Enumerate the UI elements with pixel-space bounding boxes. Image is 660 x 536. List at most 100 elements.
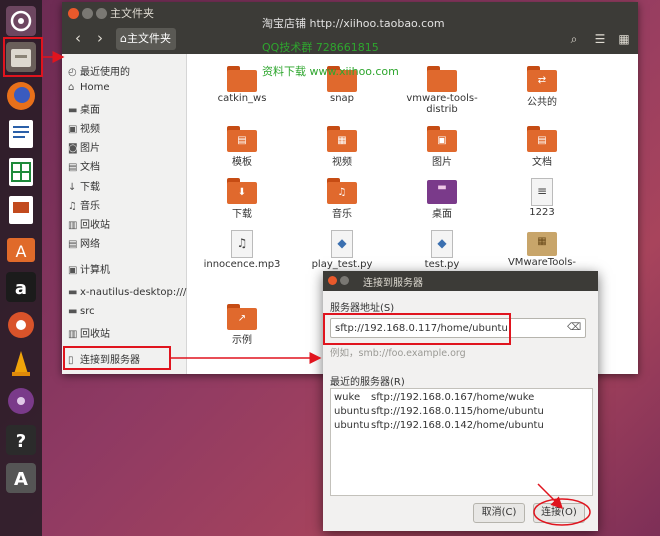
file-item[interactable]: ↗ 示例 [202, 304, 282, 346]
sidebar-item[interactable]: ▤ 网络 [68, 235, 100, 250]
sidebar-item[interactable]: ▤ 文档 [68, 158, 100, 173]
search-icon[interactable]: ⌕ [564, 28, 584, 50]
sidebar-item[interactable]: ▥ 回收站 [68, 325, 110, 340]
sidebar-item[interactable]: ▬ x-nautilus-desktop:/// [68, 287, 186, 298]
folder-icon [427, 66, 457, 92]
amazon-icon[interactable]: a [5, 271, 37, 303]
sidebar-item-label: 视频 [80, 124, 100, 135]
file-label: 视频 [332, 157, 352, 168]
file-item[interactable]: ▦ 视频 [302, 126, 382, 168]
ubuntu-dash-icon[interactable] [5, 5, 37, 37]
maximize-icon[interactable] [96, 8, 107, 19]
file-item[interactable]: vmware-tools-distrib [402, 66, 482, 115]
firefox-icon[interactable] [5, 80, 37, 112]
sidebar-item-label: 桌面 [80, 105, 100, 116]
recent-server-row[interactable]: ubuntusftp://192.168.0.142/home/ubuntu [334, 420, 544, 431]
folder-icon: ▤ [227, 126, 257, 152]
sidebar-item[interactable]: ▣ 计算机 [68, 261, 110, 276]
svg-text:A: A [16, 242, 27, 261]
dialog-title: 连接到服务器 [363, 278, 423, 289]
sidebar-item-label: 音乐 [80, 201, 100, 212]
recent-server-row[interactable]: wuke sftp://192.168.0.167/home/wuke [334, 392, 534, 403]
clear-input-icon[interactable]: ⌫ [567, 322, 581, 334]
view-list-icon[interactable]: ☰ [590, 28, 610, 50]
sidebar-item[interactable]: ▥ 回收站 [68, 216, 110, 231]
server-address-input[interactable] [330, 318, 586, 338]
file-label: 桌面 [432, 209, 452, 220]
file-item[interactable]: ♫ innocence.mp3 [202, 230, 282, 270]
file-item[interactable]: ◆ test.py [402, 230, 482, 270]
folder-icon: ⬇ [227, 178, 257, 204]
svg-text:?: ? [16, 431, 26, 452]
recent-server-url: sftp://192.168.0.142/home/ubuntu [371, 420, 544, 431]
disc-icon[interactable] [5, 385, 37, 417]
connect-button[interactable]: 连接(O) [533, 503, 585, 523]
desktop-folder-icon: ▬ [427, 178, 457, 204]
forward-button[interactable]: › [90, 26, 110, 50]
python-file-icon: ◆ [331, 230, 353, 258]
file-item[interactable]: ▬ 桌面 [402, 178, 482, 220]
minimize-icon[interactable] [82, 8, 93, 19]
sidebar-item[interactable]: ◴ 最近使用的 [68, 63, 130, 78]
folder-icon: ⇄ [527, 66, 557, 92]
sidebar-item-icon: ↓ [68, 182, 77, 193]
sidebar-item[interactable]: ◙ 图片 [68, 139, 100, 154]
folder-icon: ↗ [227, 304, 257, 330]
sidebar-item[interactable]: ▬ src [68, 306, 95, 317]
sidebar-item-icon: ▥ [68, 329, 78, 340]
sidebar-item[interactable]: ⌂ Home [68, 82, 110, 93]
folder-icon: ♫ [327, 178, 357, 204]
system-settings-icon[interactable] [5, 309, 37, 341]
calc-icon[interactable] [5, 156, 37, 188]
file-item[interactable]: ▤ 文档 [502, 126, 582, 168]
sidebar-item-label: 连接到服务器 [80, 355, 140, 366]
recent-server-url: sftp://192.168.0.115/home/ubuntu [371, 406, 544, 417]
folder-icon [227, 66, 257, 92]
impress-icon[interactable] [5, 194, 37, 226]
sidebar-item[interactable]: ♫ 音乐 [68, 197, 100, 212]
sidebar-item-label: 回收站 [80, 329, 110, 340]
close-icon[interactable] [68, 8, 79, 19]
file-item[interactable]: ▤ 模板 [202, 126, 282, 168]
recent-server-user: wuke [334, 392, 361, 403]
file-item[interactable]: ≡ 1223 [502, 178, 582, 218]
files-icon[interactable] [5, 41, 37, 73]
path-home-button[interactable]: ⌂主文件夹 [116, 28, 176, 50]
writer-icon[interactable] [5, 118, 37, 150]
file-item[interactable]: ▦ VMwareTools- [502, 230, 582, 268]
python-file-icon: ◆ [431, 230, 453, 258]
sidebar-item[interactable]: ▬ 桌面 [68, 101, 100, 116]
file-label: snap [329, 93, 355, 104]
sidebar: ◴ 最近使用的 ⌂ Home ▬ 桌面 ▣ 视频 ◙ 图片 ▤ 文档 ↓ 下载 ♫ 音乐 ▥ 回收站 ▤ 网络 ▣ 计算机… [62, 54, 187, 374]
dialog-close-icon[interactable] [328, 276, 337, 285]
server-address-label: 服务器地址(S) [330, 303, 395, 314]
folder-icon: ▦ [327, 126, 357, 152]
updater-icon[interactable]: A [5, 462, 37, 494]
archive-icon: ▦ [527, 230, 557, 256]
file-item[interactable]: ◆ play_test.py [302, 230, 382, 270]
sidebar-item-icon: ▣ [68, 124, 78, 135]
svg-text:A: A [14, 469, 28, 490]
folder-emblem: ⇄ [537, 75, 547, 86]
sidebar-item-icon: ▤ [68, 239, 78, 250]
file-label: 音乐 [332, 209, 352, 220]
file-label: innocence.mp3 [203, 259, 281, 270]
recent-server-row[interactable]: ubuntusftp://192.168.0.115/home/ubuntu [334, 406, 544, 417]
software-center-icon[interactable]: A [5, 233, 37, 265]
file-item[interactable]: ⇄ 公共的 [502, 66, 582, 108]
folder-emblem: ▦ [337, 135, 347, 146]
sidebar-item[interactable]: ▯ 连接到服务器 [68, 351, 140, 366]
sidebar-item[interactable]: ↓ 下载 [68, 178, 100, 193]
sidebar-item-label: 回收站 [80, 220, 110, 231]
sidebar-item[interactable]: ▣ 视频 [68, 120, 100, 135]
back-button[interactable]: ‹ [68, 26, 88, 50]
folder-emblem: ♫ [337, 187, 347, 198]
cancel-button[interactable]: 取消(C) [473, 503, 525, 523]
terminal-icon[interactable]: ? [5, 424, 37, 456]
vlc-icon[interactable] [5, 347, 37, 379]
file-item[interactable]: ⬇ 下载 [202, 178, 282, 220]
file-item[interactable]: ♫ 音乐 [302, 178, 382, 220]
menu-grid-icon[interactable]: ▦ [614, 28, 634, 50]
dialog-minimize-icon[interactable] [340, 276, 349, 285]
file-item[interactable]: ▣ 图片 [402, 126, 482, 168]
